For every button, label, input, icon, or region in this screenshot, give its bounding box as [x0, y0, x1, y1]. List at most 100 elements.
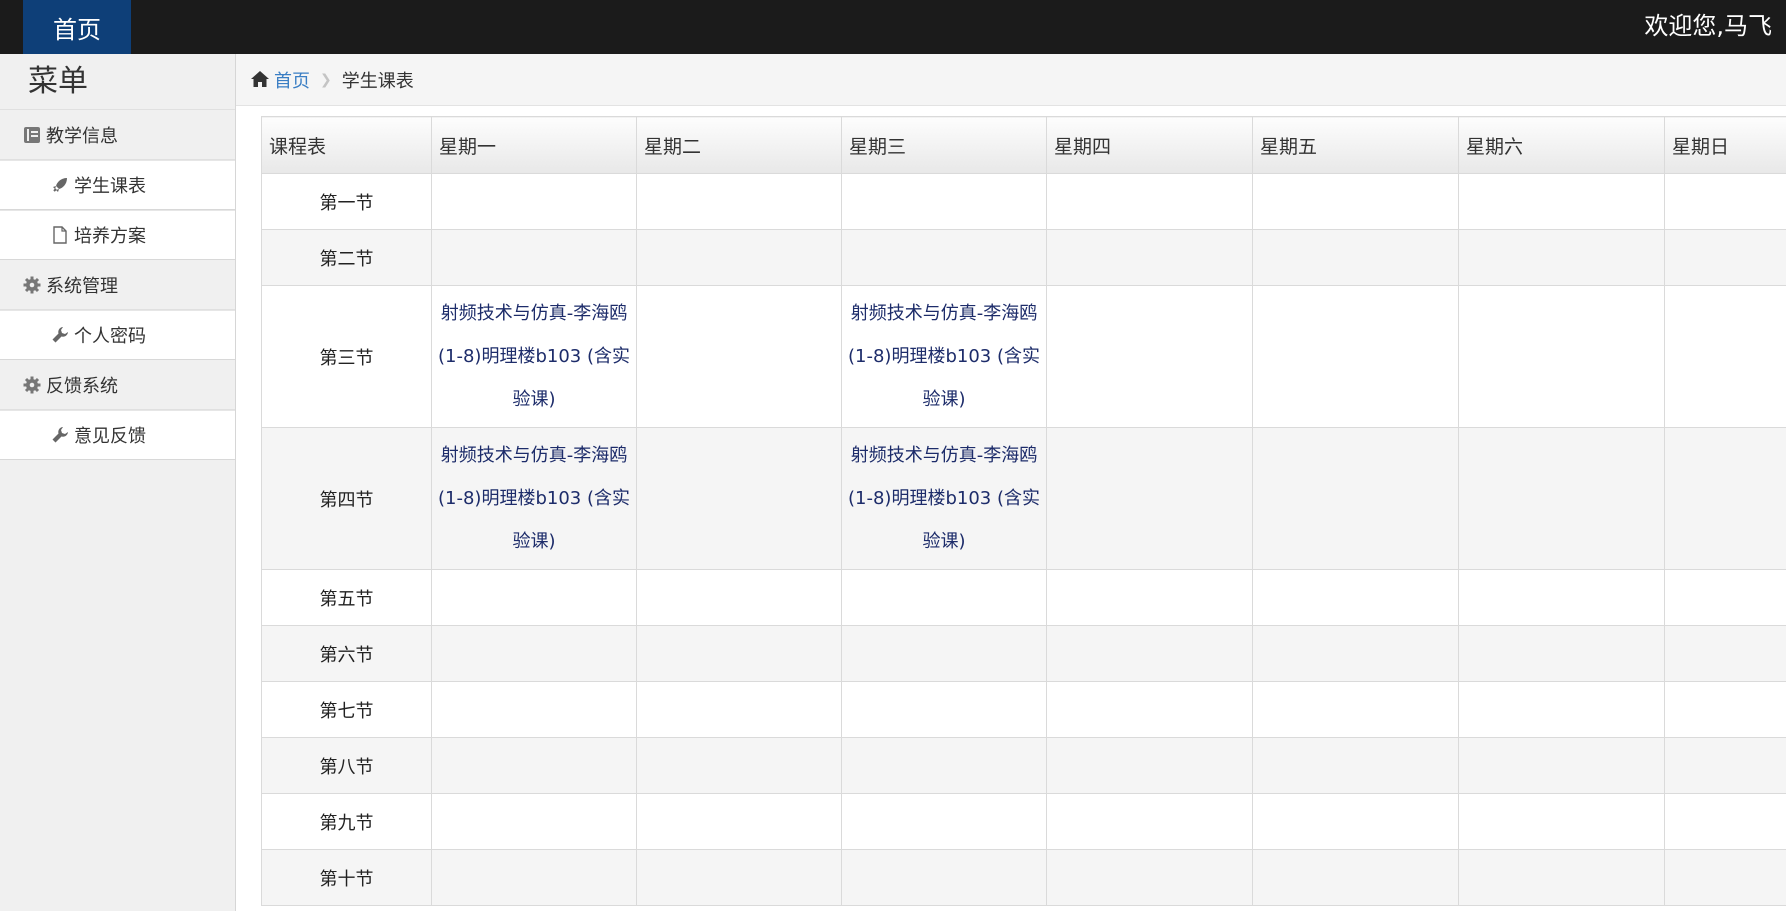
column-header: 星期六: [1458, 116, 1665, 174]
column-header: 星期二: [636, 116, 842, 174]
column-header: 星期一: [431, 116, 637, 174]
empty-cell: [431, 229, 637, 286]
empty-cell: [1458, 625, 1665, 682]
empty-cell: [1664, 569, 1786, 626]
empty-cell: [1046, 681, 1253, 738]
gear-icon: [22, 275, 42, 295]
chevron-right-icon: ❯: [320, 71, 332, 88]
empty-cell: [1458, 849, 1665, 906]
empty-cell: [1252, 681, 1459, 738]
sidebar-group-label: 反馈系统: [46, 375, 118, 397]
empty-cell: [1664, 625, 1786, 682]
period-label: 第九节: [261, 793, 432, 850]
empty-cell: [841, 229, 1047, 286]
empty-cell: [1252, 173, 1459, 230]
empty-cell: [636, 229, 842, 286]
home-icon: [250, 70, 270, 90]
breadcrumb-home-link[interactable]: 首页: [274, 67, 310, 93]
empty-cell: [1046, 793, 1253, 850]
empty-cell: [636, 173, 842, 230]
period-label: 第六节: [261, 625, 432, 682]
empty-cell: [636, 793, 842, 850]
empty-cell: [1458, 681, 1665, 738]
column-header: 星期三: [841, 116, 1047, 174]
schedule-header-row: 课程表 星期一 星期二 星期三 星期四 星期五 星期六 星期日: [261, 116, 1786, 174]
period-label: 第一节: [261, 173, 432, 230]
table-row: 第三节 射频技术与仿真-李海鸥(1-8)明理楼b103 (含实验课) 射频技术与仿真…: [261, 285, 1786, 428]
empty-cell: [1046, 737, 1253, 794]
course-cell[interactable]: 射频技术与仿真-李海鸥(1-8)明理楼b103 (含实验课): [431, 427, 637, 570]
empty-cell: [1458, 173, 1665, 230]
course-cell[interactable]: 射频技术与仿真-李海鸥(1-8)明理楼b103 (含实验课): [841, 427, 1047, 570]
sidebar-item-label: 培养方案: [74, 226, 146, 247]
empty-cell: [841, 173, 1047, 230]
empty-cell: [1664, 737, 1786, 794]
schedule-table-container: 课程表 星期一 星期二 星期三 星期四 星期五 星期六 星期日 第一节 第二节 第三…: [261, 116, 1786, 911]
table-row: 第七节: [261, 681, 1786, 738]
welcome-user-text[interactable]: 欢迎您,马飞: [1644, 0, 1772, 46]
empty-cell: [636, 569, 842, 626]
empty-cell: [1252, 625, 1459, 682]
column-header: 星期四: [1046, 116, 1253, 174]
empty-cell: [1046, 173, 1253, 230]
breadcrumb-current: 学生课表: [341, 70, 414, 92]
file-icon: [50, 225, 70, 245]
empty-cell: [1664, 681, 1786, 738]
empty-cell: [431, 625, 637, 682]
empty-cell: [1664, 849, 1786, 906]
period-label: 第十节: [261, 849, 432, 906]
column-header: 课程表: [261, 116, 432, 174]
empty-cell: [1046, 625, 1253, 682]
table-row: 第八节: [261, 737, 1786, 794]
empty-cell: [636, 285, 842, 428]
sidebar-item-personal-password[interactable]: 个人密码: [0, 310, 235, 360]
empty-cell: [1458, 737, 1665, 794]
period-label: 第五节: [261, 569, 432, 626]
empty-cell: [636, 427, 842, 570]
empty-cell: [841, 681, 1047, 738]
empty-cell: [1664, 173, 1786, 230]
empty-cell: [841, 793, 1047, 850]
sidebar: 菜单 教学信息 学生课表 培养方案 系统管理 个人密码 反馈系统 意见反馈: [0, 54, 236, 911]
wrench-icon: [50, 325, 70, 345]
empty-cell: [841, 737, 1047, 794]
sidebar-item-feedback[interactable]: 意见反馈: [0, 410, 235, 460]
sidebar-group-label: 系统管理: [46, 275, 118, 297]
empty-cell: [1046, 427, 1253, 570]
empty-cell: [1252, 569, 1459, 626]
course-cell[interactable]: 射频技术与仿真-李海鸥(1-8)明理楼b103 (含实验课): [841, 285, 1047, 428]
period-label: 第四节: [261, 427, 432, 570]
menu-title: 菜单: [0, 54, 235, 110]
empty-cell: [1046, 285, 1253, 428]
table-row: 第六节: [261, 625, 1786, 682]
sidebar-item-student-schedule[interactable]: 学生课表: [0, 160, 235, 210]
empty-cell: [1458, 285, 1665, 428]
empty-cell: [841, 625, 1047, 682]
empty-cell: [1664, 793, 1786, 850]
sidebar-group-system-management[interactable]: 系统管理: [0, 260, 235, 310]
empty-cell: [431, 793, 637, 850]
table-row: 第四节 射频技术与仿真-李海鸥(1-8)明理楼b103 (含实验课) 射频技术与仿真…: [261, 427, 1786, 570]
wrench-icon: [50, 425, 70, 445]
course-cell[interactable]: 射频技术与仿真-李海鸥(1-8)明理楼b103 (含实验课): [431, 285, 637, 428]
empty-cell: [636, 681, 842, 738]
empty-cell: [431, 173, 637, 230]
sidebar-group-teaching-info[interactable]: 教学信息: [0, 110, 235, 160]
table-row: 第二节: [261, 229, 1786, 286]
sidebar-group-feedback-system[interactable]: 反馈系统: [0, 360, 235, 410]
empty-cell: [431, 681, 637, 738]
table-row: 第十节: [261, 849, 1786, 906]
empty-cell: [1252, 793, 1459, 850]
empty-cell: [1252, 285, 1459, 428]
sidebar-item-training-plan[interactable]: 培养方案: [0, 210, 235, 260]
empty-cell: [636, 849, 842, 906]
sidebar-item-label: 学生课表: [74, 176, 146, 197]
nav-home-tab[interactable]: 首页: [23, 0, 131, 54]
empty-cell: [1664, 229, 1786, 286]
schedule-table: 课程表 星期一 星期二 星期三 星期四 星期五 星期六 星期日 第一节 第二节 第三…: [261, 116, 1786, 906]
book-icon: [22, 125, 42, 145]
empty-cell: [1252, 229, 1459, 286]
period-label: 第八节: [261, 737, 432, 794]
empty-cell: [1252, 849, 1459, 906]
sidebar-item-label: 意见反馈: [74, 426, 146, 447]
